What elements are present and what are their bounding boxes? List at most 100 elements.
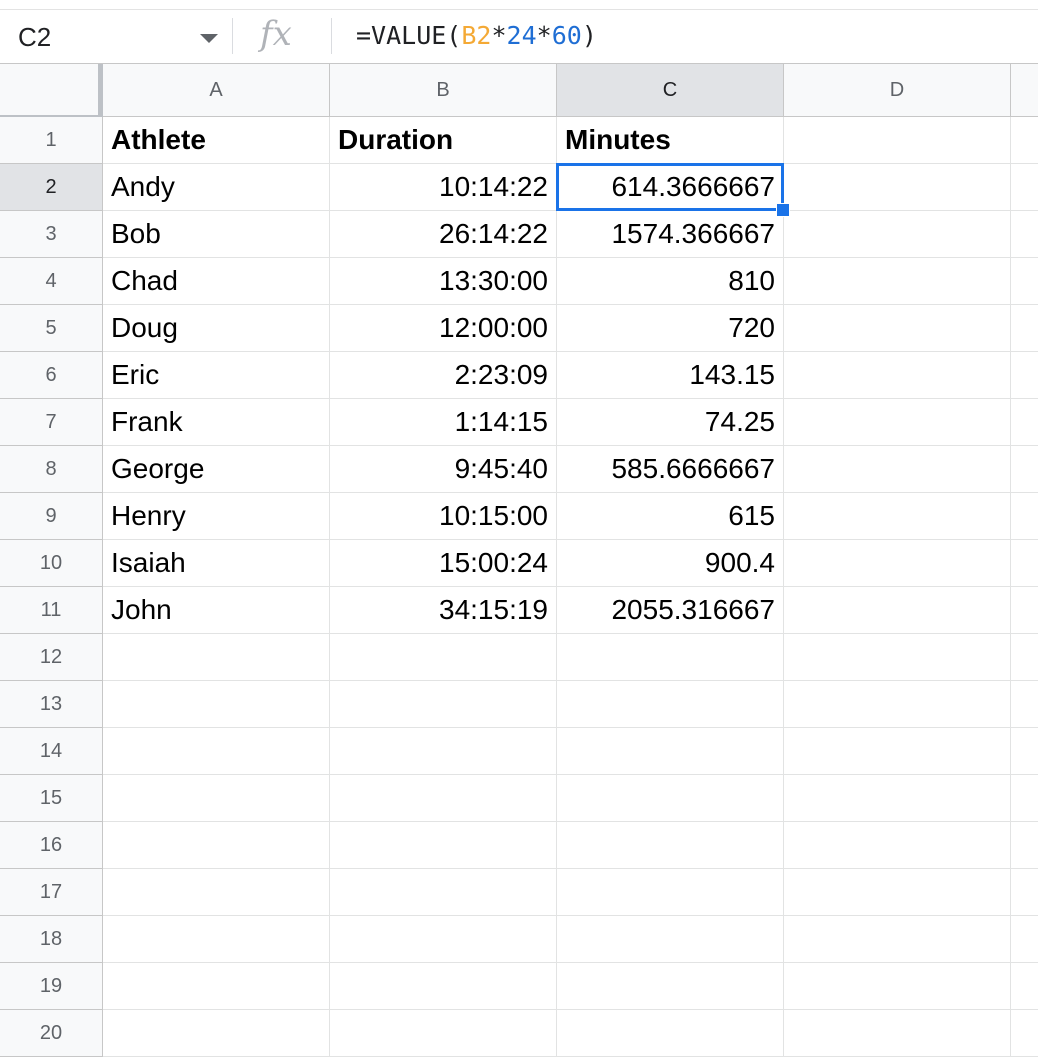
cell-a18[interactable] — [103, 916, 330, 963]
cell-b8[interactable]: 9:45:40 — [330, 446, 557, 493]
cell-b13[interactable] — [330, 681, 557, 728]
cell-b10[interactable]: 15:00:24 — [330, 540, 557, 587]
column-header-c[interactable]: C — [557, 64, 784, 117]
cell-d8[interactable] — [784, 446, 1011, 493]
cell-b19[interactable] — [330, 963, 557, 1010]
cell-e19[interactable] — [1011, 963, 1038, 1010]
cell-b7[interactable]: 1:14:15 — [330, 399, 557, 446]
cell-d10[interactable] — [784, 540, 1011, 587]
cell-a6[interactable]: Eric — [103, 352, 330, 399]
cell-c16[interactable] — [557, 822, 784, 869]
cell-e5[interactable] — [1011, 305, 1038, 352]
cell-a11[interactable]: John — [103, 587, 330, 634]
chevron-down-icon[interactable] — [200, 34, 218, 43]
cell-b18[interactable] — [330, 916, 557, 963]
cell-d13[interactable] — [784, 681, 1011, 728]
row-header-20[interactable]: 20 — [0, 1010, 103, 1057]
cell-a3[interactable]: Bob — [103, 211, 330, 258]
cell-a4[interactable]: Chad — [103, 258, 330, 305]
row-header-11[interactable]: 11 — [0, 587, 103, 634]
fill-handle[interactable] — [776, 203, 790, 217]
row-header-12[interactable]: 12 — [0, 634, 103, 681]
cell-b12[interactable] — [330, 634, 557, 681]
cell-c7[interactable]: 74.25 — [557, 399, 784, 446]
cell-e9[interactable] — [1011, 493, 1038, 540]
cell-a14[interactable] — [103, 728, 330, 775]
cell-e8[interactable] — [1011, 446, 1038, 493]
cell-d15[interactable] — [784, 775, 1011, 822]
row-header-18[interactable]: 18 — [0, 916, 103, 963]
cell-c13[interactable] — [557, 681, 784, 728]
cell-a8[interactable]: George — [103, 446, 330, 493]
cell-e4[interactable] — [1011, 258, 1038, 305]
cell-a12[interactable] — [103, 634, 330, 681]
cell-e7[interactable] — [1011, 399, 1038, 446]
column-header-d[interactable]: D — [784, 64, 1011, 117]
column-header-partial[interactable] — [1011, 64, 1038, 117]
cell-c10[interactable]: 900.4 — [557, 540, 784, 587]
row-header-1[interactable]: 1 — [0, 117, 103, 164]
row-header-5[interactable]: 5 — [0, 305, 103, 352]
cell-e2[interactable] — [1011, 164, 1038, 211]
cell-c3[interactable]: 1574.366667 — [557, 211, 784, 258]
cell-a16[interactable] — [103, 822, 330, 869]
cell-b11[interactable]: 34:15:19 — [330, 587, 557, 634]
cell-d18[interactable] — [784, 916, 1011, 963]
cell-b5[interactable]: 12:00:00 — [330, 305, 557, 352]
cell-e17[interactable] — [1011, 869, 1038, 916]
cell-a2[interactable]: Andy — [103, 164, 330, 211]
cell-c19[interactable] — [557, 963, 784, 1010]
cell-e15[interactable] — [1011, 775, 1038, 822]
cell-e20[interactable] — [1011, 1010, 1038, 1057]
cell-d11[interactable] — [784, 587, 1011, 634]
cell-a7[interactable]: Frank — [103, 399, 330, 446]
cell-c4[interactable]: 810 — [557, 258, 784, 305]
row-header-19[interactable]: 19 — [0, 963, 103, 1010]
select-all-corner[interactable] — [0, 64, 103, 119]
cell-a10[interactable]: Isaiah — [103, 540, 330, 587]
cell-c5[interactable]: 720 — [557, 305, 784, 352]
cell-c11[interactable]: 2055.316667 — [557, 587, 784, 634]
cell-c2[interactable]: 614.3666667 — [557, 164, 784, 211]
cell-b9[interactable]: 10:15:00 — [330, 493, 557, 540]
cell-c6[interactable]: 143.15 — [557, 352, 784, 399]
cell-b4[interactable]: 13:30:00 — [330, 258, 557, 305]
cell-d5[interactable] — [784, 305, 1011, 352]
cell-d6[interactable] — [784, 352, 1011, 399]
cell-a1[interactable]: Athlete — [103, 117, 330, 164]
cell-e18[interactable] — [1011, 916, 1038, 963]
cell-c20[interactable] — [557, 1010, 784, 1057]
cell-d17[interactable] — [784, 869, 1011, 916]
cell-e14[interactable] — [1011, 728, 1038, 775]
row-header-10[interactable]: 10 — [0, 540, 103, 587]
cell-c18[interactable] — [557, 916, 784, 963]
cell-b20[interactable] — [330, 1010, 557, 1057]
row-header-8[interactable]: 8 — [0, 446, 103, 493]
cell-e10[interactable] — [1011, 540, 1038, 587]
cell-e16[interactable] — [1011, 822, 1038, 869]
cell-b2[interactable]: 10:14:22 — [330, 164, 557, 211]
cell-c9[interactable]: 615 — [557, 493, 784, 540]
formula-input[interactable]: =VALUE(B2*24*60) — [356, 21, 597, 50]
cell-c17[interactable] — [557, 869, 784, 916]
cell-d16[interactable] — [784, 822, 1011, 869]
cell-d9[interactable] — [784, 493, 1011, 540]
cell-a15[interactable] — [103, 775, 330, 822]
cell-e1[interactable] — [1011, 117, 1038, 164]
cell-a5[interactable]: Doug — [103, 305, 330, 352]
row-header-4[interactable]: 4 — [0, 258, 103, 305]
row-header-9[interactable]: 9 — [0, 493, 103, 540]
cell-d7[interactable] — [784, 399, 1011, 446]
row-header-3[interactable]: 3 — [0, 211, 103, 258]
cell-c14[interactable] — [557, 728, 784, 775]
cell-b14[interactable] — [330, 728, 557, 775]
cell-d14[interactable] — [784, 728, 1011, 775]
cell-e3[interactable] — [1011, 211, 1038, 258]
cell-d3[interactable] — [784, 211, 1011, 258]
row-header-13[interactable]: 13 — [0, 681, 103, 728]
cell-c12[interactable] — [557, 634, 784, 681]
column-header-a[interactable]: A — [103, 64, 330, 117]
cell-d19[interactable] — [784, 963, 1011, 1010]
cell-d12[interactable] — [784, 634, 1011, 681]
cell-d4[interactable] — [784, 258, 1011, 305]
